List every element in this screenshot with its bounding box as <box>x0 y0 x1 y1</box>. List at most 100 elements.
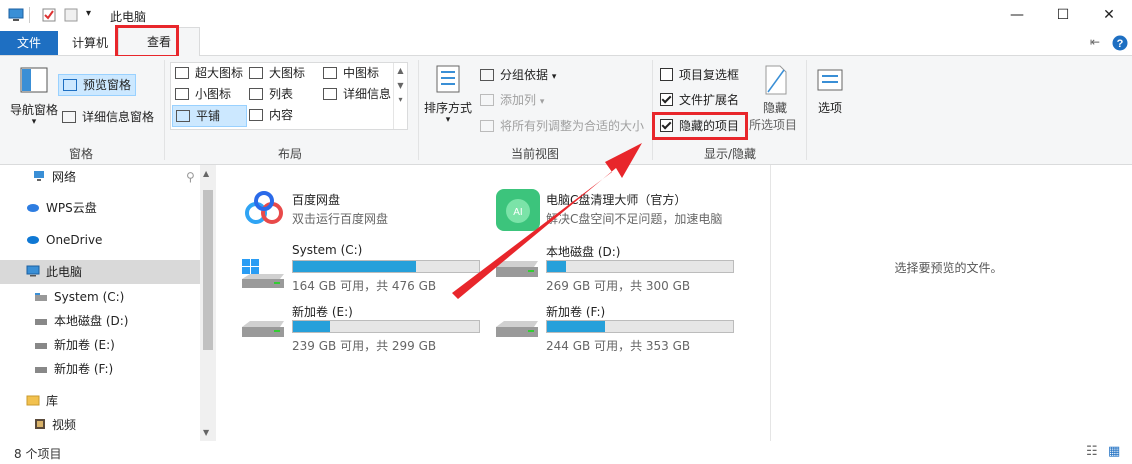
windows-drive-icon <box>242 259 284 288</box>
drive-tile-f[interactable]: 新加卷 (F:) 244 GB 可用，共 353 GB <box>494 301 744 357</box>
content-icon <box>249 108 263 121</box>
quick-access-dropdown-icon[interactable]: ▾ <box>86 8 91 19</box>
sort-by-button[interactable]: 排序方式 ▾ <box>422 64 474 125</box>
group-by-button[interactable]: 分组依据 ▾ <box>480 65 556 85</box>
large-icons-icon <box>249 66 263 79</box>
drive-name: 本地磁盘 (D:) <box>546 245 621 259</box>
details-pane-label: 详细信息窗格 <box>82 110 155 124</box>
divider <box>164 60 165 160</box>
close-button[interactable]: ✕ <box>1086 0 1132 31</box>
options-icon <box>817 69 843 91</box>
layout-list[interactable]: 列表 <box>249 84 293 104</box>
details-icon <box>323 87 337 100</box>
tiles-view-icon[interactable]: ▦ <box>1108 444 1120 459</box>
layout-content[interactable]: 内容 <box>249 105 293 125</box>
preview-pane-icon <box>63 78 77 91</box>
ribbon: 导航窗格 ▾ 预览窗格 详细信息窗格 窗格 超大图标 大图标 中图标 小图标 列… <box>0 56 1132 165</box>
hide-selected-label-1: 隐藏 <box>762 101 787 115</box>
drive-tile-e[interactable]: 新加卷 (E:) 239 GB 可用，共 299 GB <box>240 301 490 357</box>
tab-computer[interactable]: 计算机 <box>60 31 120 55</box>
details-pane-icon <box>62 110 76 123</box>
pin-ribbon-icon[interactable]: ⇤ <box>1090 35 1100 49</box>
details-pane-button[interactable]: 详细信息窗格 <box>62 107 154 127</box>
nav-scroll-thumb[interactable] <box>203 190 213 350</box>
hidden-items-toggle[interactable]: 隐藏的项目 <box>660 116 739 136</box>
hide-selected-button[interactable]: 隐藏 所选项目 <box>748 64 802 133</box>
minimize-button[interactable]: — <box>994 0 1040 31</box>
nav-item-videos[interactable]: 视频 <box>0 413 200 437</box>
drive-icon <box>496 261 538 277</box>
options-button[interactable]: 选项 <box>812 68 848 116</box>
small-icons-icon <box>175 87 189 100</box>
layout-extra-large-icons[interactable]: 超大图标 <box>175 63 243 83</box>
preview-pane-button[interactable]: 预览窗格 <box>58 74 137 96</box>
extra-large-icons-icon <box>175 66 189 79</box>
ribbon-tabs: 文件 计算机 查看 ⇤ ? <box>0 27 1132 56</box>
app-tile-cleaner[interactable]: AI 电脑C盘清理大师（官方） 解决C盘空间不足问题，加速电脑 <box>494 185 754 233</box>
hide-selected-label-2: 所选项目 <box>748 118 797 132</box>
divider <box>418 60 419 160</box>
drive-icon <box>496 321 538 337</box>
fit-columns-icon <box>480 119 494 132</box>
drive-usage-bar <box>292 320 480 333</box>
item-checkboxes-checkbox[interactable] <box>660 68 673 81</box>
window-title: 此电脑 <box>110 10 147 24</box>
fit-columns-button[interactable]: 将所有列调整为合适的大小 <box>480 116 644 136</box>
app-title: 百度网盘 <box>292 193 341 207</box>
nav-pane-label: 导航窗格 <box>9 103 58 117</box>
content-pane: 百度网盘 双击运行百度网盘 AI 电脑C盘清理大师（官方） 解决C盘空间不足问题… <box>216 165 770 441</box>
drive-space: 244 GB 可用，共 353 GB <box>546 339 691 353</box>
tab-file[interactable]: 文件 <box>0 31 58 55</box>
new-folder-icon[interactable] <box>64 8 78 22</box>
layout-large-icons[interactable]: 大图标 <box>249 63 305 83</box>
layout-scroll[interactable]: ▲ ▼ ▾ <box>393 63 407 129</box>
onedrive-icon <box>26 229 40 253</box>
nav-item-drive-d[interactable]: 本地磁盘 (D:) <box>0 309 200 333</box>
tab-view[interactable]: 查看 <box>118 27 200 56</box>
nav-item-wps-cloud[interactable]: WPS云盘 <box>0 196 200 220</box>
nav-item-drive-f[interactable]: 新加卷 (F:) <box>0 357 200 381</box>
app-title: 电脑C盘清理大师（官方） <box>546 193 687 207</box>
layout-details[interactable]: 详细信息 <box>323 84 391 104</box>
maximize-button[interactable]: ☐ <box>1040 0 1086 31</box>
hidden-items-checkbox[interactable] <box>660 119 673 132</box>
cleaner-app-icon: AI <box>496 189 540 231</box>
nav-pane-button[interactable]: 导航窗格 ▾ <box>8 66 60 127</box>
nav-item-network[interactable]: 网络 ⚲ <box>0 165 200 189</box>
layout-gallery[interactable]: 超大图标 大图标 中图标 小图标 列表 详细信息 平铺 内容 ▲ ▼ ▾ <box>170 62 408 130</box>
computer-icon <box>26 261 40 285</box>
layout-small-icons[interactable]: 小图标 <box>175 84 231 104</box>
file-extensions-checkbox[interactable] <box>660 93 673 106</box>
divider <box>652 60 653 160</box>
drive-space: 239 GB 可用，共 299 GB <box>292 339 437 353</box>
drive-usage-bar <box>292 260 480 273</box>
preview-empty-text: 选择要预览的文件。 <box>894 261 1003 275</box>
drive-usage-bar <box>546 260 734 273</box>
app-description: 解决C盘空间不足问题，加速电脑 <box>546 212 723 226</box>
sort-icon <box>436 65 460 93</box>
item-checkboxes-toggle[interactable]: 项目复选框 <box>660 65 739 85</box>
drive-tile-c[interactable]: System (C:) 164 GB 可用，共 476 GB <box>240 241 490 297</box>
help-icon[interactable]: ? <box>1112 35 1128 51</box>
nav-item-onedrive[interactable]: OneDrive <box>0 228 200 252</box>
chevron-down-icon: ▾ <box>31 117 37 127</box>
divider <box>806 60 807 160</box>
panes-group-label: 窗格 <box>68 147 93 161</box>
nav-item-drive-c[interactable]: System (C:) <box>0 285 200 309</box>
drive-usage-bar <box>546 320 734 333</box>
drive-name: 新加卷 (F:) <box>546 305 606 319</box>
details-view-icon[interactable]: ☷ <box>1086 444 1098 459</box>
pin-icon[interactable]: ⚲ <box>186 165 195 189</box>
hide-selected-icon <box>765 65 787 95</box>
app-tile-baidu[interactable]: 百度网盘 双击运行百度网盘 <box>240 185 460 233</box>
add-column-button[interactable]: 添加列 ▾ <box>480 90 544 110</box>
file-extensions-toggle[interactable]: 文件扩展名 <box>660 90 739 110</box>
layout-tiles[interactable]: 平铺 <box>172 105 247 127</box>
layout-medium-icons[interactable]: 中图标 <box>323 63 379 83</box>
nav-item-this-pc[interactable]: 此电脑 <box>0 260 200 284</box>
nav-item-libraries[interactable]: 库 <box>0 389 200 413</box>
svg-text:?: ? <box>1117 38 1124 50</box>
drive-tile-d[interactable]: 本地磁盘 (D:) 269 GB 可用，共 300 GB <box>494 241 744 297</box>
properties-icon[interactable] <box>42 8 56 22</box>
nav-item-drive-e[interactable]: 新加卷 (E:) <box>0 333 200 357</box>
